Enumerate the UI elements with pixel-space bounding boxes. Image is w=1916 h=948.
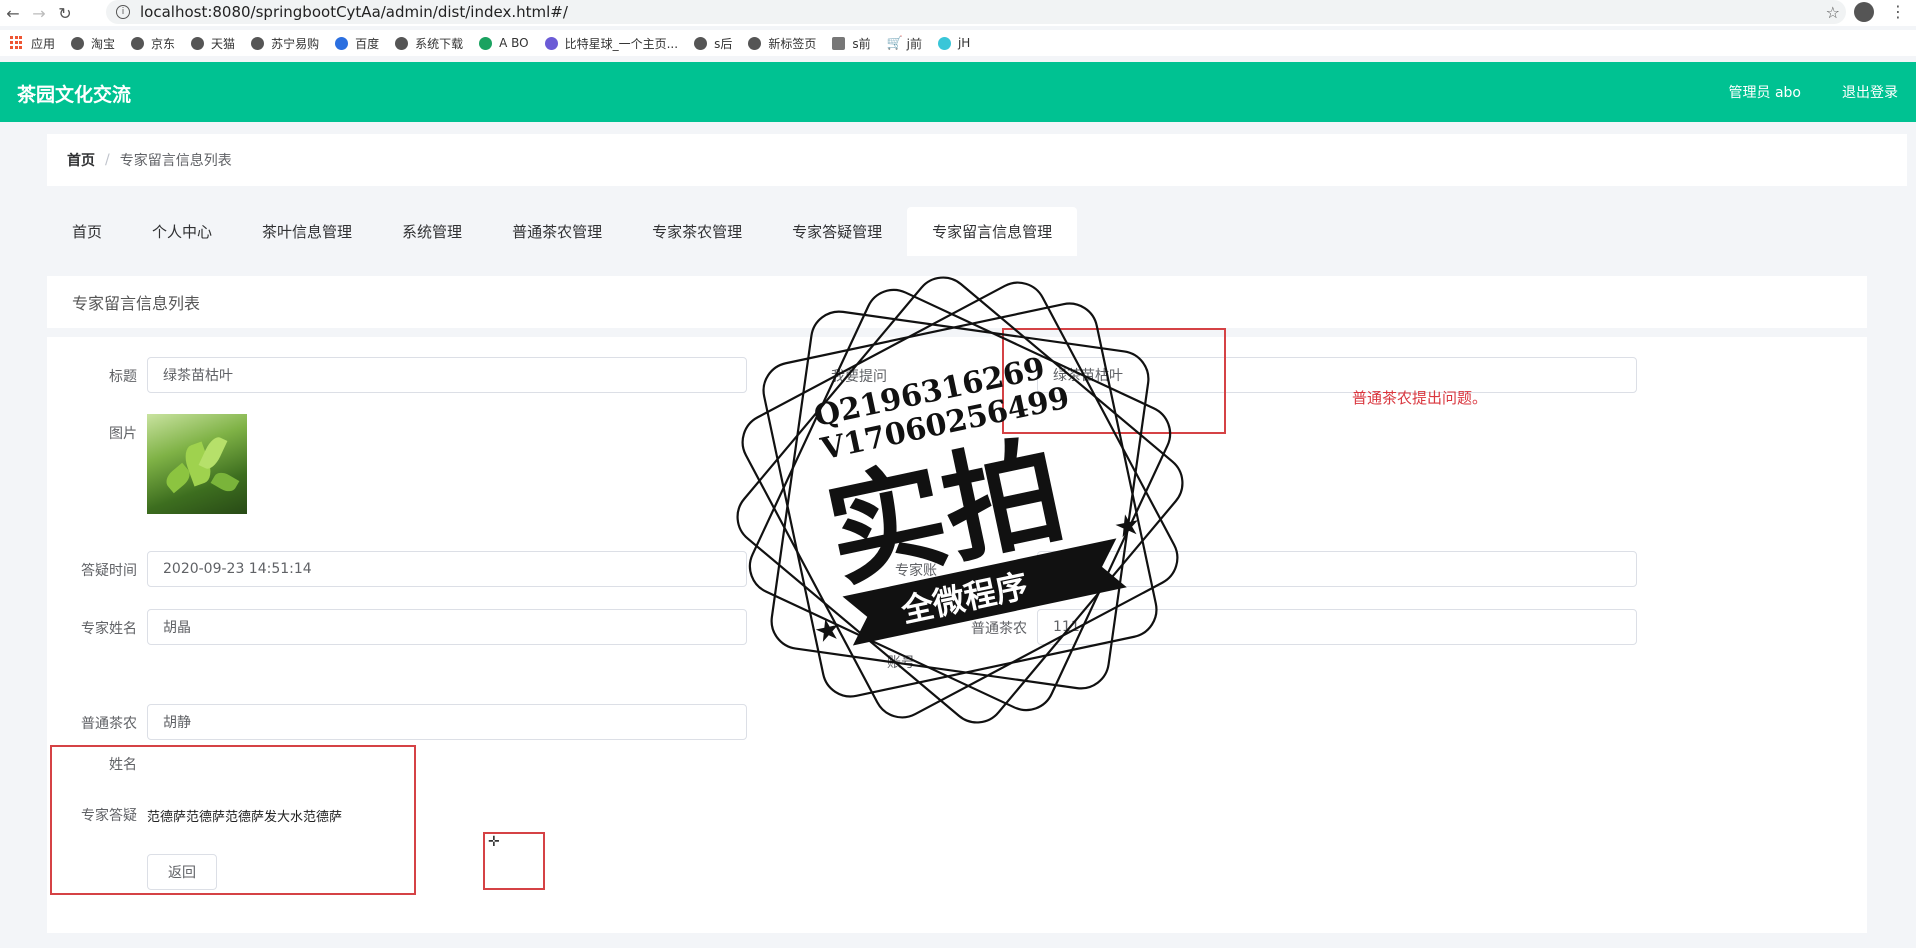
breadcrumb-separator: / — [105, 152, 110, 168]
browser-menu-icon[interactable]: ⋮ — [1888, 2, 1908, 21]
bookmark-item[interactable]: 苏宁易购 — [251, 35, 319, 52]
main-nav-tabs: 首页 个人中心 茶叶信息管理 系统管理 普通茶农管理 专家茶农管理 专家答疑管理… — [47, 207, 1078, 256]
info-icon[interactable]: i — [116, 5, 130, 19]
farmer-account-label: 普通茶农 账号 — [887, 621, 1027, 671]
image-label: 图片 — [109, 426, 137, 442]
bookmark-item[interactable]: 比特星球_一个主页... — [544, 35, 678, 52]
cart-icon: 🛒 — [886, 35, 903, 51]
tea-sprout-image — [147, 414, 247, 514]
title-label: 标题 — [109, 369, 137, 385]
bookmark-item[interactable]: 百度 — [335, 35, 379, 52]
globe-icon — [694, 36, 708, 50]
globe-icon — [191, 36, 205, 50]
bookmark-item[interactable]: jH — [937, 36, 970, 50]
farmer-account-input[interactable]: 111 — [1037, 609, 1637, 645]
page-icon — [832, 36, 846, 50]
cursor-crosshair-icon: ✛ — [488, 834, 500, 850]
tab-system[interactable]: 系统管理 — [377, 207, 487, 256]
breadcrumb: 首页 / 专家留言信息列表 — [47, 134, 1907, 186]
tab-tea-info[interactable]: 茶叶信息管理 — [237, 207, 377, 256]
forward-arrow-icon[interactable]: → — [26, 0, 52, 26]
app-title: 茶园文化交流 — [17, 84, 132, 106]
time-input[interactable]: 2020-09-23 14:51:14 — [147, 551, 747, 587]
app-header: 茶园文化交流 管理员 abo 退出登录 — [0, 62, 1916, 122]
bookmark-item[interactable]: 🛒 j前 — [887, 35, 922, 52]
bookmark-item[interactable]: A BO — [479, 36, 529, 50]
globe-icon — [251, 36, 265, 50]
expert-name-input[interactable]: 胡晶 — [147, 609, 747, 645]
browser-toolbar: ← → ↻ i localhost:8080/springbootCytAa/a… — [0, 0, 1916, 26]
dots-icon — [937, 36, 951, 50]
expert-account-label: 专家账 — [895, 563, 937, 579]
tab-expert-message[interactable]: 专家留言信息管理 — [907, 207, 1078, 256]
abo-icon — [479, 36, 493, 50]
reload-icon[interactable]: ↻ — [52, 0, 78, 26]
globe-icon — [395, 36, 409, 50]
breadcrumb-home[interactable]: 首页 — [67, 150, 95, 170]
bookmark-item[interactable]: 系统下载 — [395, 35, 463, 52]
url-text: localhost:8080/springbootCytAa/admin/dis… — [140, 3, 568, 21]
bookmark-star-icon[interactable]: ☆ — [1826, 3, 1840, 22]
planet-icon — [544, 36, 558, 50]
tab-home[interactable]: 首页 — [47, 207, 127, 256]
globe-icon — [748, 36, 762, 50]
tab-personal-center[interactable]: 个人中心 — [127, 207, 237, 256]
section-title: 专家留言信息列表 — [47, 276, 1867, 328]
bookmark-apps[interactable]: 应用 — [10, 35, 55, 52]
annotation-note: 普通茶农提出问题。 — [1352, 389, 1488, 407]
profile-avatar-icon[interactable] — [1854, 2, 1874, 22]
bookmark-item[interactable]: s前 — [832, 35, 871, 52]
back-arrow-icon[interactable]: ← — [0, 0, 26, 26]
tab-farmer[interactable]: 普通茶农管理 — [487, 207, 627, 256]
farmer-name-input[interactable]: 胡静 — [147, 704, 747, 740]
admin-user-label: 管理员 abo — [1728, 85, 1801, 101]
annotation-box — [1002, 328, 1226, 434]
globe-icon — [131, 36, 145, 50]
address-bar[interactable]: i localhost:8080/springbootCytAa/admin/d… — [106, 0, 1846, 24]
tab-expert-farmer[interactable]: 专家茶农管理 — [627, 207, 767, 256]
expert-account-input[interactable] — [1037, 551, 1637, 587]
title-input[interactable]: 绿茶苗枯叶 — [147, 357, 747, 393]
bookmark-item[interactable]: 新标签页 — [748, 35, 816, 52]
question-label: 我要提问 — [831, 369, 887, 385]
bookmark-item[interactable]: 京东 — [131, 35, 175, 52]
bookmarks-bar: 应用 淘宝 京东 天猫 苏宁易购 百度 系统下载 A BO 比特星球_一个主页.… — [0, 30, 1916, 56]
globe-icon — [71, 36, 85, 50]
bookmark-item[interactable]: 天猫 — [191, 35, 235, 52]
bookmark-item[interactable]: 淘宝 — [71, 35, 115, 52]
time-label: 答疑时间 — [81, 563, 137, 579]
apps-grid-icon — [10, 36, 24, 50]
annotation-box — [50, 745, 416, 895]
logout-link[interactable]: 退出登录 — [1842, 82, 1898, 102]
tab-expert-qa[interactable]: 专家答疑管理 — [767, 207, 907, 256]
breadcrumb-current: 专家留言信息列表 — [119, 153, 232, 169]
bookmark-item[interactable]: s后 — [694, 35, 732, 52]
baidu-paw-icon — [335, 36, 349, 50]
expert-name-label: 专家姓名 — [81, 621, 137, 637]
